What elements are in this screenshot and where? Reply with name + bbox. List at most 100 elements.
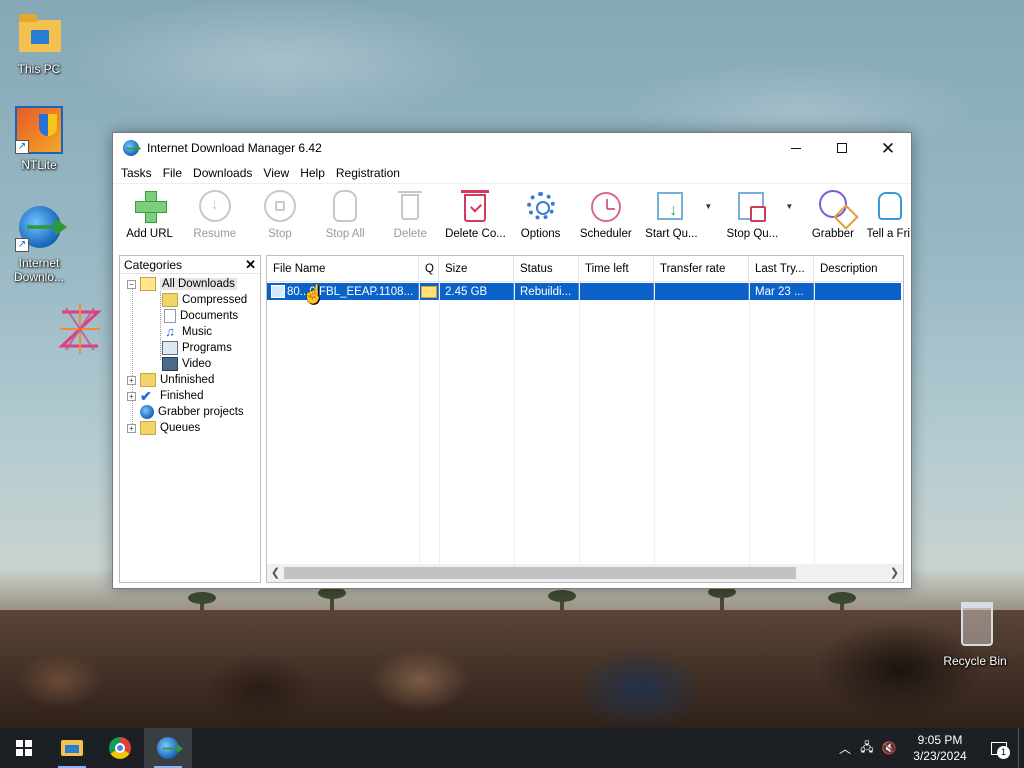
horizontal-scrollbar[interactable]: ❮ ❯: [267, 564, 903, 582]
categories-title: Categories: [124, 257, 183, 272]
document-icon: [164, 309, 176, 323]
cell-size: 2.45 GB: [439, 283, 514, 300]
tell-a-friend-button[interactable]: Tell a Fri: [866, 188, 911, 248]
cell-status: Rebuildi...: [514, 283, 579, 300]
toolbar-label: Stop Qu...: [726, 228, 779, 240]
list-header: File Name Q Size Status Time left Transf…: [267, 256, 903, 282]
thumbs-up-icon: [870, 188, 906, 224]
expand-icon[interactable]: +: [127, 423, 136, 433]
grabber-icon: [815, 188, 851, 224]
desktop-icon-recycle-bin[interactable]: Recycle Bin: [939, 602, 1011, 668]
taskbar-idm[interactable]: [144, 728, 192, 768]
scrollbar-track[interactable]: [284, 566, 886, 580]
tree-item-documents[interactable]: Documents: [162, 308, 238, 324]
menu-help[interactable]: Help: [300, 166, 332, 180]
toolbar-label: Stop All: [325, 228, 365, 240]
column-size[interactable]: Size: [439, 256, 514, 282]
options-button[interactable]: Options: [508, 188, 573, 248]
start-queue-dropdown-icon[interactable]: ▼: [704, 202, 712, 211]
toolbar-label: Start Qu...: [645, 228, 698, 240]
column-file-name[interactable]: File Name: [267, 256, 419, 282]
idm-app-icon[interactable]: [123, 140, 139, 156]
menu-file[interactable]: File: [163, 166, 189, 180]
delete-button[interactable]: Delete: [378, 188, 443, 248]
column-last-try[interactable]: Last Try...: [749, 256, 814, 282]
collapse-icon[interactable]: −: [127, 279, 136, 289]
desktop-icon-idm[interactable]: ↗ Internet Downlo...: [3, 204, 75, 284]
tree-item-label: All Downloads: [160, 278, 237, 290]
expand-icon[interactable]: +: [127, 391, 136, 401]
show-hidden-icons-chevron-icon[interactable]: ︿: [834, 728, 856, 768]
categories-panel: Categories ✕ − All Downloads Compressed …: [119, 255, 261, 583]
stop-all-button[interactable]: Stop All: [313, 188, 378, 248]
scrollbar-thumb[interactable]: [284, 567, 796, 579]
tree-item-all-downloads[interactable]: − All Downloads: [127, 276, 237, 292]
close-icon: ✕: [880, 138, 896, 158]
tree-item-grabber-projects[interactable]: Grabber projects: [140, 404, 244, 420]
toolbar-label: Resume: [193, 228, 237, 240]
resume-button[interactable]: ↓ Resume: [182, 188, 247, 248]
desktop-icon-label: Recycle Bin: [943, 654, 1007, 668]
download-list: File Name Q Size Status Time left Transf…: [266, 255, 904, 583]
column-separator: [439, 282, 440, 564]
menu-downloads[interactable]: Downloads: [193, 166, 259, 180]
add-url-button[interactable]: Add URL: [117, 188, 182, 248]
column-queue[interactable]: Q: [419, 256, 439, 282]
desktop-icon-this-pc[interactable]: This PC: [3, 10, 75, 76]
maximize-button[interactable]: [819, 133, 865, 163]
desktop-icon-ntlite[interactable]: ↗ NTLite: [3, 106, 75, 172]
column-separator: [419, 282, 420, 564]
tree-item-label: Documents: [180, 310, 239, 322]
volume-muted-icon[interactable]: 🔇: [878, 728, 900, 768]
toolbar-label: Options: [520, 228, 561, 240]
network-icon[interactable]: 🖧: [856, 728, 878, 768]
taskbar-chrome[interactable]: [96, 728, 144, 768]
zune-logo-icon: [58, 304, 102, 354]
hand-icon: [327, 188, 363, 224]
tree-item-label: Video: [182, 358, 212, 370]
scheduler-button[interactable]: Scheduler: [573, 188, 638, 248]
close-button[interactable]: ✕: [865, 133, 911, 163]
stop-icon: [262, 188, 298, 224]
taskbar-file-explorer[interactable]: [48, 728, 96, 768]
tree-item-queues[interactable]: + Queues: [127, 420, 200, 436]
menu-registration[interactable]: Registration: [336, 166, 407, 180]
scroll-left-icon[interactable]: ❮: [267, 564, 284, 582]
column-transfer-rate[interactable]: Transfer rate: [654, 256, 749, 282]
delete-completed-button[interactable]: Delete Co...: [443, 188, 508, 248]
scroll-right-icon[interactable]: ❯: [886, 564, 903, 582]
close-categories-icon[interactable]: ✕: [245, 258, 256, 271]
tree-line: [160, 288, 161, 360]
taskbar-clock[interactable]: 9:05 PM 3/23/2024: [900, 732, 980, 764]
tree-item-video[interactable]: Video: [162, 356, 211, 372]
title-bar[interactable]: Internet Download Manager 6.42 ✕: [113, 133, 911, 163]
tree-line: [132, 286, 133, 426]
start-queue-button[interactable]: Start Qu... ▼: [638, 188, 719, 248]
tree-item-programs[interactable]: Programs: [162, 340, 232, 356]
menu-bar: Tasks File Downloads View Help Registrat…: [113, 163, 911, 183]
show-desktop-button[interactable]: [1018, 728, 1024, 768]
column-time-left[interactable]: Time left: [579, 256, 654, 282]
toolbar-label: Delete Co...: [445, 228, 506, 240]
column-separator: [514, 282, 515, 564]
minimize-button[interactable]: [773, 133, 819, 163]
menu-view[interactable]: View: [263, 166, 296, 180]
action-center-button[interactable]: 1: [980, 728, 1018, 768]
expand-icon[interactable]: +: [127, 375, 136, 385]
tree-item-music[interactable]: ♫ Music: [162, 324, 212, 340]
tree-item-unfinished[interactable]: + Unfinished: [127, 372, 214, 388]
column-description[interactable]: Description: [814, 256, 901, 282]
table-row[interactable]: 80...0.FBL_EEAP.1108... 2.45 GB Rebuildi…: [267, 283, 901, 300]
tree-item-compressed[interactable]: Compressed: [162, 292, 247, 308]
stop-button[interactable]: Stop: [247, 188, 312, 248]
gear-icon: [523, 188, 559, 224]
tree-item-finished[interactable]: + ✔ Finished: [127, 388, 203, 404]
stop-queue-button[interactable]: Stop Qu... ▼: [719, 188, 800, 248]
tree-item-label: Finished: [160, 390, 204, 402]
stop-queue-dropdown-icon[interactable]: ▼: [785, 202, 793, 211]
grabber-button[interactable]: Grabber: [800, 188, 865, 248]
video-film-icon: [162, 357, 178, 371]
column-status[interactable]: Status: [514, 256, 579, 282]
start-button[interactable]: [0, 728, 48, 768]
menu-tasks[interactable]: Tasks: [121, 166, 159, 180]
